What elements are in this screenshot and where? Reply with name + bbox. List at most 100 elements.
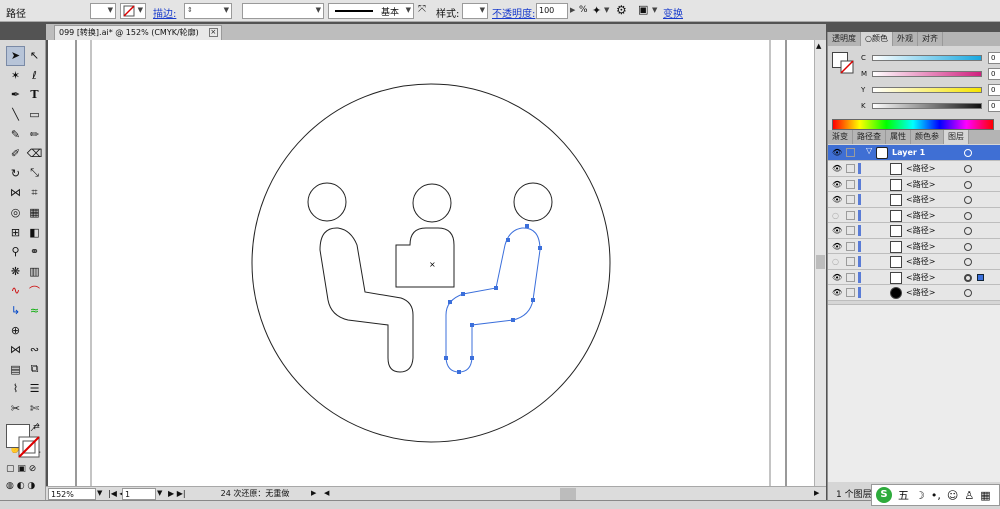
stroke-swatch-icon[interactable]	[18, 436, 40, 458]
twirl-tool-icon[interactable]: ∾	[25, 340, 44, 360]
scissors-tool-icon[interactable]: ✄	[25, 399, 44, 419]
rectangle-tool-icon[interactable]: ▭	[25, 105, 44, 125]
scroll-up-icon[interactable]: ▲	[816, 42, 821, 50]
warp-icon[interactable]: ⤧	[418, 4, 426, 15]
lock-toggle[interactable]	[846, 288, 855, 297]
vertical-scrollbar[interactable]: ▲	[814, 40, 826, 486]
width-tool-icon[interactable]: ⋈	[6, 183, 25, 203]
value-field[interactable]: 0	[988, 52, 1000, 64]
transform-link[interactable]: 变换	[663, 5, 683, 20]
opacity-field[interactable]: 100	[536, 3, 568, 19]
chevron-down-icon[interactable]: ▼	[157, 488, 162, 500]
chevron-down-icon[interactable]: ▼	[97, 488, 102, 500]
curvature-tool-icon[interactable]: ∿	[6, 281, 25, 301]
lock-toggle[interactable]	[846, 226, 855, 235]
graphic-style-dropdown[interactable]: ▼	[462, 3, 488, 19]
target-circle-icon[interactable]	[964, 273, 972, 282]
draw-mode-icon[interactable]: ◍ ◐ ◑	[6, 481, 35, 491]
swap-icon[interactable]: ⇄	[33, 422, 40, 431]
mesh-tool-icon[interactable]: ⊞	[6, 222, 25, 242]
lock-toggle[interactable]	[846, 164, 855, 173]
eye-icon[interactable]: 👁	[832, 180, 842, 189]
left-head-path[interactable]	[307, 182, 347, 222]
eye-icon[interactable]: 👁	[832, 288, 842, 297]
right-person-path[interactable]	[445, 227, 541, 373]
skin-icon[interactable]: ♙	[964, 489, 974, 502]
symbol-sprayer-tool-icon[interactable]: ❋	[6, 262, 25, 282]
eyedropper-tool-icon[interactable]: ⚲	[6, 242, 25, 262]
canvas-area[interactable]: ×	[48, 40, 814, 486]
target-circle-icon[interactable]	[964, 289, 972, 297]
right-head-path[interactable]	[513, 182, 553, 222]
slider-track[interactable]	[872, 103, 982, 109]
chevron-down-icon[interactable]: ▼	[652, 6, 657, 14]
tab-align[interactable]: 对齐	[918, 32, 943, 46]
eye-icon[interactable]: 👁	[832, 195, 842, 204]
zoom-field[interactable]: 152%	[48, 488, 96, 500]
target-circle-icon[interactable]	[964, 180, 972, 189]
scroll-thumb[interactable]	[816, 255, 825, 269]
layer-row[interactable]: ○ <路径>	[828, 254, 1000, 270]
selection-tool-icon[interactable]: ➤	[6, 46, 25, 66]
slider-y[interactable]: Y0%	[861, 84, 1000, 97]
document-tab[interactable]: 099 [转换].ai* @ 152% (CMYK/轮廓) ×	[54, 25, 222, 40]
list-tool-icon[interactable]: ☰	[25, 379, 44, 399]
layer-row[interactable]: 👁 <路径>	[828, 223, 1000, 239]
layer-row[interactable]: 👁 <路径>	[828, 176, 1000, 192]
left-person-path[interactable]	[319, 227, 414, 373]
lock-toggle[interactable]	[846, 272, 855, 282]
target-circle-icon[interactable]	[964, 149, 972, 157]
warp-tool-icon[interactable]: ⋈	[6, 340, 25, 360]
target-circle-icon[interactable]	[964, 227, 972, 235]
layer-row[interactable]: 👁 <路径>	[828, 161, 1000, 177]
chevron-down-icon[interactable]: ▼	[604, 6, 609, 14]
stroke-weight-field[interactable]: ⇕ ▼	[184, 3, 232, 19]
lock-toggle[interactable]	[846, 257, 855, 266]
convert-anchor-tool-icon[interactable]: ⌒	[25, 281, 44, 301]
lock-toggle[interactable]	[846, 148, 855, 157]
stroke-swatch-dropdown[interactable]: ▼	[120, 3, 146, 19]
opacity-link[interactable]: 不透明度:	[492, 5, 535, 20]
target-circle-icon[interactable]	[964, 196, 972, 204]
paintbrush-tool-icon[interactable]: ✎	[6, 124, 25, 144]
column-graph-tool-icon[interactable]: ▥	[25, 262, 44, 282]
value-field[interactable]: 0	[988, 84, 1000, 96]
lock-toggle[interactable]	[846, 210, 855, 220]
join-tool-icon[interactable]: ↳	[6, 301, 25, 321]
pen-tool-icon[interactable]: ✒	[6, 85, 25, 105]
target-circle-icon[interactable]	[964, 211, 972, 220]
scroll-right-icon[interactable]: ▶	[814, 488, 819, 500]
pencil-tool-icon[interactable]: ✏	[25, 124, 44, 144]
scribble-tool-icon[interactable]: ⌇	[6, 379, 25, 399]
scale-tool-icon[interactable]: ⤡	[25, 164, 44, 184]
slider-track[interactable]	[872, 71, 982, 77]
tab-layers[interactable]: 图层	[944, 130, 969, 144]
lasso-tool-icon[interactable]: ℓ	[25, 66, 44, 86]
eye-icon[interactable]: 👁	[832, 273, 842, 282]
sogou-logo-icon[interactable]: S	[876, 487, 892, 503]
close-icon[interactable]: ×	[208, 28, 218, 37]
eye-icon[interactable]: ○	[832, 211, 839, 220]
next-artboard-icon[interactable]: ▶ ▶|	[168, 488, 186, 500]
type-tool-icon[interactable]: T	[25, 85, 44, 105]
chevron-right-icon[interactable]: ▶	[570, 6, 575, 14]
tab-appearance[interactable]: 外观	[893, 32, 918, 46]
layer-row[interactable]: ○ <路径>	[828, 207, 1000, 223]
slider-c[interactable]: C0%	[861, 52, 1000, 65]
fill-swatch-dropdown[interactable]: ▼	[90, 3, 116, 19]
toolbox-icon[interactable]: ▦	[980, 489, 990, 502]
collapse-icon[interactable]: ▽	[866, 146, 872, 155]
scroll-left-icon[interactable]: ◀	[324, 488, 329, 500]
emoji-icon[interactable]: ☺	[947, 489, 958, 502]
layer-row-selected[interactable]: 👁 <路径>	[828, 269, 1000, 285]
tab-pathfinder[interactable]: 路径查	[853, 130, 886, 144]
variable-width-dropdown[interactable]: ▼	[242, 3, 324, 19]
value-field[interactable]: 0	[988, 100, 1000, 112]
target-circle-icon[interactable]	[964, 242, 972, 251]
center-body-path[interactable]	[395, 227, 455, 288]
status-menu-icon[interactable]: ▶	[311, 488, 316, 500]
color-spectrum[interactable]	[832, 119, 994, 130]
slider-k[interactable]: K0%	[861, 100, 1000, 113]
punctuation-icon[interactable]: •,	[931, 489, 941, 502]
eye-icon[interactable]: 👁	[832, 164, 842, 173]
